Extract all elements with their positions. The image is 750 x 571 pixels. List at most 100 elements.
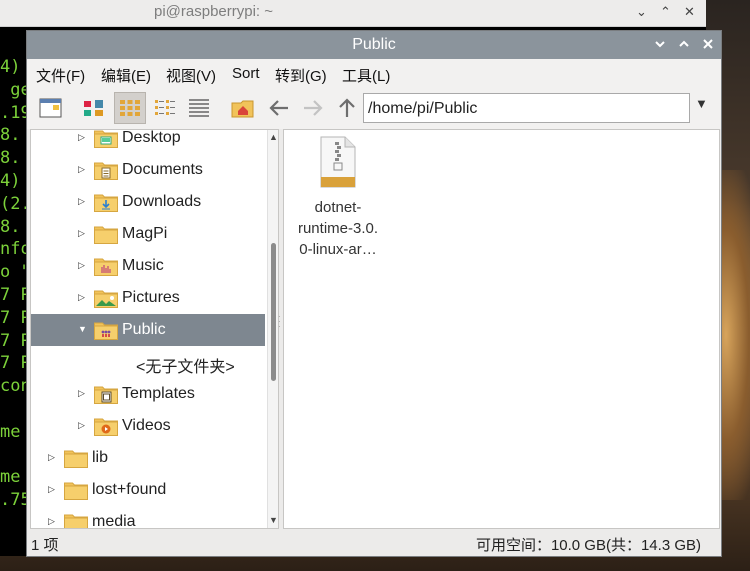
expander-closed-icon[interactable]: ▷ bbox=[48, 484, 58, 496]
scroll-up-icon[interactable]: ▲ bbox=[269, 132, 278, 142]
free-space: 可用空间：10.0 GB(共：14.3 GB) bbox=[475, 537, 701, 554]
menu-edit[interactable]: 编辑(E) bbox=[101, 65, 151, 86]
folder-icon bbox=[64, 482, 88, 500]
sidebar-item-label: Music bbox=[122, 257, 164, 274]
archive-icon bbox=[320, 136, 356, 188]
downloads-folder-icon bbox=[94, 194, 118, 212]
folder-icon bbox=[64, 514, 88, 528]
expander-closed-icon[interactable]: ▷ bbox=[48, 452, 58, 464]
sidebar-item-label: Downloads bbox=[122, 193, 202, 210]
list-view-button[interactable] bbox=[183, 92, 215, 124]
expander-closed-icon[interactable]: ▷ bbox=[78, 228, 88, 240]
compact-view-icon bbox=[155, 100, 175, 115]
sidebar-item[interactable]: ▷ Videos bbox=[31, 410, 265, 442]
expander-open-icon[interactable]: ▼ bbox=[78, 324, 88, 336]
sidebar-item[interactable]: ▷ Pictures bbox=[31, 282, 265, 314]
back-button[interactable] bbox=[263, 92, 295, 124]
file-name-line: runtime-3.0. bbox=[297, 220, 379, 237]
sidebar-item-label: MagPi bbox=[122, 225, 168, 242]
arrow-left-icon bbox=[269, 100, 288, 116]
sidebar-item[interactable]: ▷ MagPi bbox=[31, 218, 265, 250]
sidebar-item[interactable]: ▷ lost+found bbox=[31, 474, 265, 506]
sidebar-item-label: Videos bbox=[122, 417, 171, 434]
sidebar-item-label: <无子文件夹> bbox=[136, 359, 235, 376]
terminal-titlebar[interactable]: pi@raspberrypi: ~ ⌄ ⌃ ✕ bbox=[0, 0, 706, 27]
sidebar-item[interactable]: <无子文件夹> bbox=[31, 346, 265, 378]
menu-view[interactable]: 视图(V) bbox=[166, 65, 216, 86]
thumbnail-view-button[interactable] bbox=[114, 92, 146, 124]
menu-go[interactable]: 转到(G) bbox=[275, 65, 327, 86]
menu-file[interactable]: 文件(F) bbox=[36, 65, 85, 86]
path-input[interactable]: /home/pi/Public bbox=[363, 93, 690, 123]
folder-icon bbox=[94, 226, 118, 244]
minimize-icon[interactable] bbox=[651, 36, 669, 54]
list-view-icon bbox=[189, 99, 209, 117]
arrow-right-icon bbox=[304, 100, 323, 116]
home-icon bbox=[231, 100, 254, 118]
expander-closed-icon[interactable]: ▷ bbox=[78, 260, 88, 272]
window-title: Public bbox=[352, 36, 396, 53]
folder-icon bbox=[64, 450, 88, 468]
documents-folder-icon bbox=[94, 162, 118, 180]
grid-view-icon bbox=[120, 100, 140, 116]
terminal-minimize-icon[interactable]: ⌄ bbox=[636, 4, 647, 20]
file-item[interactable]: dotnet- runtime-3.0. 0-linux-ar… bbox=[294, 136, 382, 260]
forward-button[interactable] bbox=[297, 92, 329, 124]
menu-bar: 文件(F) 编辑(E) 视图(V) Sort 转到(G) 工具(L) bbox=[27, 59, 721, 89]
new-window-button[interactable] bbox=[35, 92, 67, 124]
terminal-close-icon[interactable]: ✕ bbox=[684, 4, 695, 20]
sidebar-item-label: media bbox=[92, 513, 136, 529]
sidebar-item-label: Public bbox=[122, 321, 166, 338]
item-count: 1 项 bbox=[31, 537, 59, 554]
sidebar-tree[interactable]: ▷ media ▷ lost+found ▷ lib ▷ Videos ▷ Templates <无… bbox=[30, 129, 279, 529]
sidebar-item[interactable]: ▷ Documents bbox=[31, 154, 265, 186]
status-bar: 1 项 可用空间：10.0 GB(共：14.3 GB) bbox=[27, 531, 721, 555]
maximize-icon[interactable] bbox=[675, 36, 693, 54]
scrollbar-thumb[interactable] bbox=[271, 243, 276, 381]
up-button[interactable] bbox=[331, 92, 363, 124]
sidebar-item[interactable]: ▷ media bbox=[31, 506, 265, 529]
close-icon[interactable] bbox=[699, 36, 717, 54]
window-titlebar[interactable]: Public bbox=[27, 31, 721, 59]
home-button[interactable] bbox=[227, 92, 259, 124]
toolbar: /home/pi/Public ▼ bbox=[27, 89, 721, 129]
file-view[interactable]: dotnet- runtime-3.0. 0-linux-ar… bbox=[283, 129, 720, 529]
sidebar-item[interactable]: ▷ lib bbox=[31, 442, 265, 474]
icon-view-icon bbox=[84, 100, 103, 116]
compact-view-button[interactable] bbox=[149, 92, 181, 124]
sidebar-item[interactable]: ▷ Music bbox=[31, 250, 265, 282]
sidebar-item[interactable]: ▷ Downloads bbox=[31, 186, 265, 218]
terminal-maximize-icon[interactable]: ⌃ bbox=[660, 4, 671, 20]
sidebar-item-label: Pictures bbox=[122, 289, 180, 306]
sidebar-item-label: Desktop bbox=[122, 129, 181, 146]
file-name-line: dotnet- bbox=[314, 199, 362, 216]
terminal-title: pi@raspberrypi: ~ bbox=[154, 3, 274, 20]
menu-tools[interactable]: 工具(L) bbox=[342, 65, 390, 86]
music-folder-icon bbox=[94, 258, 118, 276]
expander-closed-icon[interactable]: ▷ bbox=[78, 388, 88, 400]
sidebar-item-label: Templates bbox=[122, 385, 195, 402]
menu-sort[interactable]: Sort bbox=[232, 65, 260, 82]
expander-closed-icon[interactable]: ▷ bbox=[78, 420, 88, 432]
sidebar-item[interactable]: ▷ Desktop bbox=[31, 129, 265, 154]
desktop-folder-icon bbox=[94, 130, 118, 148]
pane-splitter[interactable]: · · · bbox=[278, 313, 282, 331]
file-manager-window: Public 文件(F) 编辑(E) 视图(V) Sort 转到(G) 工具(L… bbox=[26, 30, 722, 557]
expander-closed-icon[interactable]: ▷ bbox=[48, 516, 58, 528]
expander-closed-icon[interactable]: ▷ bbox=[78, 132, 88, 144]
new-window-icon bbox=[39, 98, 62, 118]
sidebar-item[interactable]: ▼ Public bbox=[31, 314, 265, 346]
sidebar-item-label: lost+found bbox=[92, 481, 167, 498]
chevron-down-icon[interactable]: ▼ bbox=[695, 96, 708, 111]
pictures-folder-icon bbox=[94, 290, 118, 308]
scroll-down-icon[interactable]: ▼ bbox=[269, 515, 278, 525]
sidebar-item[interactable]: ▷ Templates bbox=[31, 378, 265, 410]
sidebar-item-label: Documents bbox=[122, 161, 203, 178]
public-folder-icon bbox=[94, 322, 118, 340]
expander-closed-icon[interactable]: ▷ bbox=[78, 292, 88, 304]
file-name-line: 0-linux-ar… bbox=[299, 241, 377, 258]
icon-view-button[interactable] bbox=[79, 92, 111, 124]
expander-closed-icon[interactable]: ▷ bbox=[78, 196, 88, 208]
videos-folder-icon bbox=[94, 418, 118, 436]
expander-closed-icon[interactable]: ▷ bbox=[78, 164, 88, 176]
